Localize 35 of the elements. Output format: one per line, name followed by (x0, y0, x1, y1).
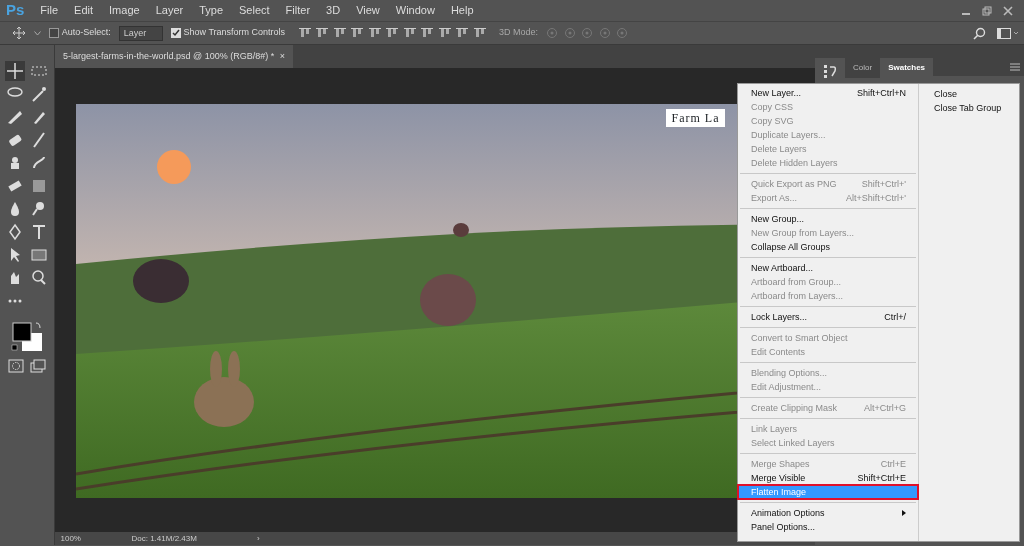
checkbox-label: Auto-Select: (61, 26, 111, 40)
menu-item[interactable]: Layer (147, 2, 192, 19)
text-layer: Farm La (666, 109, 725, 127)
menu-item[interactable]: Type (191, 2, 232, 19)
menu-item[interactable]: Collapse All Groups (738, 240, 918, 254)
menu-item[interactable]: Close (934, 87, 1019, 101)
document-size: Doc: 1.41M/2.43M (131, 532, 197, 545)
app-logo: Ps (5, 0, 26, 21)
menu-item[interactable]: Edit (66, 2, 102, 19)
menu-item[interactable]: File (32, 2, 67, 19)
menu-item[interactable]: Animation Options (738, 506, 918, 520)
menu-item[interactable]: New Artboard... (738, 261, 918, 275)
tab-close-button[interactable]: × (279, 49, 285, 64)
menu-item[interactable]: New Layer... Shift+Ctrl+N (738, 86, 918, 100)
status-menu-button[interactable]: › (256, 532, 260, 545)
menu-item[interactable]: Help (442, 2, 482, 19)
checkbox-label: Show Transform Controls (183, 26, 286, 40)
menu-item[interactable]: Filter (277, 2, 319, 19)
panel-tab[interactable]: Swatches (880, 58, 934, 78)
menu-item[interactable]: Window (387, 2, 443, 19)
document-tab[interactable]: 5-largest-farms-in-the-world.psd @ 100% (RGB/8#) * × (55, 45, 293, 68)
zoom-level: 100% (59, 532, 82, 545)
menu-item[interactable]: Merge Visible Shift+Ctrl+E (738, 471, 918, 485)
menu-item[interactable]: View (348, 2, 388, 19)
menu-item[interactable]: Close Tab Group (934, 101, 1019, 115)
mode-label: 3D Mode: (499, 26, 539, 40)
document-title: 5-largest-farms-in-the-world.psd @ 100% (RGB/8#) * (63, 49, 275, 63)
menu-item[interactable]: Image (101, 2, 148, 19)
menu-item[interactable]: Lock Layers... Ctrl+/ (738, 310, 918, 324)
menu-item[interactable]: 3D (318, 2, 349, 19)
target-dropdown[interactable]: Layer (118, 25, 163, 41)
menu-item[interactable]: Panel Options... (738, 520, 918, 534)
menu-item[interactable]: Select (231, 2, 278, 19)
menu-item[interactable]: New Group... (738, 212, 918, 226)
menu-item[interactable]: Flatten Image (738, 485, 918, 499)
